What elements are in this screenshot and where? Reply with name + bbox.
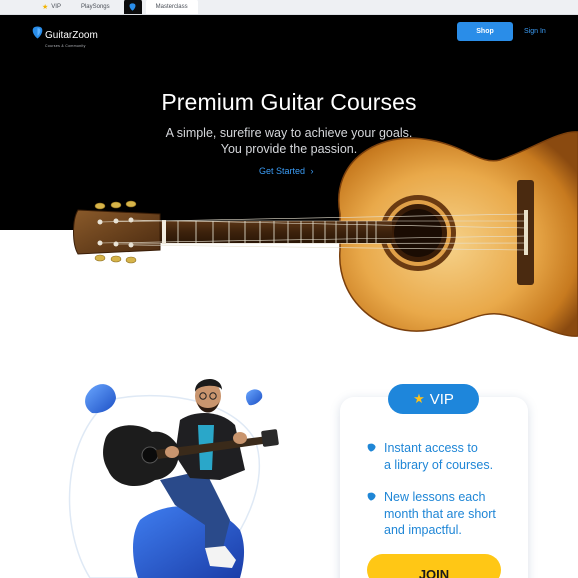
tab-vip[interactable]: ★ VIP [32, 0, 71, 14]
acoustic-guitar-illustration [73, 131, 578, 337]
vip-feature-item: Instant access to a library of courses. [367, 440, 517, 473]
vip-feature-text: New lessons each month that are short an… [384, 490, 496, 537]
tab-masterclass-label: Masterclass [155, 3, 188, 10]
vip-card [340, 397, 528, 578]
brand-tagline: Courses & Community [45, 44, 86, 48]
tab-playsongs-label: PlaySongs [80, 3, 110, 10]
blue-pick-bullet-icon [367, 492, 376, 501]
guitarist-photo [68, 378, 279, 578]
join-button[interactable]: JOIN [367, 554, 501, 578]
shop-button[interactable]: Shop [457, 22, 513, 41]
star-icon: ★ [42, 3, 49, 11]
blue-pick-icon [85, 384, 116, 414]
vip-badge-label: VIP [429, 390, 454, 408]
brand-logo[interactable]: GuitarZoom Courses & Community [32, 25, 98, 48]
guitar-pick-logo-icon [32, 26, 43, 39]
tab-playsongs[interactable]: PlaySongs [71, 0, 120, 14]
sign-in-link[interactable]: Sign In [524, 28, 546, 35]
vip-feature-item: New lessons each month that are short an… [367, 489, 517, 539]
vip-badge: ★ VIP [388, 384, 479, 414]
tab-masterclass[interactable]: Masterclass [145, 0, 198, 14]
tab-guitarzoom-home[interactable] [123, 0, 142, 14]
tab-vip-label: VIP [51, 3, 61, 10]
vip-feature-text: Instant access to a library of courses. [384, 441, 494, 472]
guitarzoom-logo-icon [129, 2, 136, 11]
blue-pick-bullet-icon [367, 443, 376, 452]
hero-title: Premium Guitar Courses [161, 89, 417, 115]
star-icon: ★ [413, 391, 425, 406]
site-tab-strip: ★ VIP PlaySongs Masterclass [0, 0, 578, 15]
page: ★ VIP PlaySongs Masterclass GuitarZoom C… [0, 0, 578, 578]
brand-name: GuitarZoom [45, 30, 98, 41]
